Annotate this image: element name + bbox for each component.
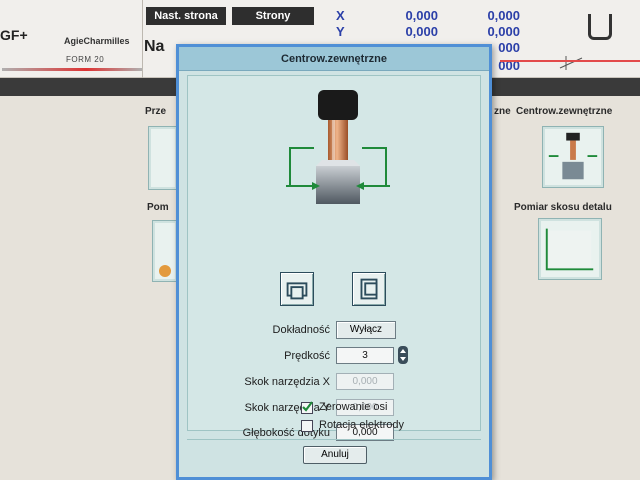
accuracy-label: Dokładność — [272, 324, 330, 336]
next-page-button[interactable]: Nast. strona — [146, 7, 226, 25]
bg-card-left-1[interactable] — [148, 126, 178, 190]
axis-y-label: Y — [336, 24, 345, 39]
dialog-title: Centrow.zewnętrzne — [179, 47, 489, 71]
skew-measure-icon — [545, 228, 594, 271]
x-coord-2: 0,000 — [487, 8, 520, 23]
bg-card-left-2[interactable] — [152, 220, 178, 282]
mode-outline-button[interactable] — [280, 272, 314, 306]
card-label-centering: Centrow.zewnętrzne — [516, 106, 613, 117]
brand-name: AgieCharmilles — [64, 36, 130, 46]
bg-label-prze: Prze — [145, 106, 167, 117]
mode-outline-icon — [286, 282, 308, 300]
u-shape-icon[interactable] — [588, 14, 612, 40]
zeroing-label: Zerowanie osi — [319, 401, 388, 413]
y-coord-1: 0,000 — [405, 24, 438, 39]
bg-label-pom: Pom — [147, 202, 169, 213]
centering-dialog: Centrow.zewnętrzne Dokładność Wyłącz Prę… — [176, 44, 492, 480]
header-red-line — [500, 60, 640, 62]
centering-mini-icon — [548, 132, 598, 180]
form-code: FORM 20 — [66, 55, 105, 64]
checkmark-icon — [302, 401, 313, 412]
axis-x-label: X — [336, 8, 345, 23]
bg-label-partial: zne — [494, 106, 511, 117]
accuracy-select[interactable]: Wyłącz — [336, 321, 396, 339]
brand-stripe — [2, 68, 142, 71]
step-x-label: Skok narzędzia X — [244, 376, 330, 388]
gf-logo: GF+ — [0, 27, 28, 43]
header-divider — [142, 0, 143, 78]
speed-spinner[interactable] — [398, 346, 408, 364]
mode-inner-button[interactable] — [352, 272, 386, 306]
spinner-down-icon[interactable] — [400, 357, 406, 361]
speed-label: Prędkość — [284, 350, 330, 362]
x-coord-1: 0,000 — [405, 8, 438, 23]
step-x-input: 0,000 — [336, 373, 394, 390]
electrode-illustration — [286, 90, 390, 204]
rotation-checkbox[interactable] — [301, 420, 313, 432]
speed-input[interactable]: 3 — [336, 347, 394, 364]
card-label-skew: Pomiar skosu detalu — [514, 202, 612, 213]
spinner-up-icon[interactable] — [400, 349, 406, 353]
zeroing-checkbox[interactable] — [301, 401, 313, 414]
page-title-partial: Na — [144, 38, 165, 55]
card-centering[interactable] — [542, 126, 604, 188]
mode-inner-icon — [360, 278, 378, 300]
dialog-content: Dokładność Wyłącz Prędkość 3 Skok narzęd… — [187, 75, 481, 441]
pages-button[interactable]: Strony — [232, 7, 314, 25]
dialog-footer: Anuluj — [187, 439, 481, 473]
cancel-button[interactable]: Anuluj — [303, 446, 367, 464]
orange-dot-icon — [159, 265, 171, 277]
card-skew-measure[interactable] — [538, 218, 602, 280]
axes-icon — [559, 56, 583, 70]
y-coord-2: 0,000 — [487, 24, 520, 39]
rotation-label: Rotacja elektrody — [319, 419, 404, 431]
